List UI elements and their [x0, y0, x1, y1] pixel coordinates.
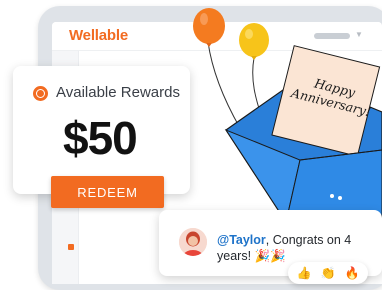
mention-link[interactable]: @Taylor	[217, 233, 266, 247]
avatar[interactable]	[179, 228, 207, 256]
rewards-amount: $50	[63, 112, 138, 164]
message-text: @Taylor, Congrats on 4 years! 🎉🎉	[217, 232, 379, 264]
redeem-button[interactable]: REDEEM	[51, 176, 164, 208]
person-avatar-icon	[179, 228, 207, 256]
reaction-bar: 👍 👏 🔥	[288, 262, 368, 284]
fire-icon[interactable]: 🔥	[344, 265, 360, 281]
rewards-title: Available Rewards	[56, 84, 180, 101]
available-rewards-card: Available Rewards $50	[13, 66, 190, 194]
orange-balloon-icon	[193, 8, 225, 47]
thumbs-up-icon[interactable]: 👍	[296, 265, 312, 281]
balloon-string	[207, 41, 241, 129]
yellow-balloon-icon	[239, 23, 269, 60]
clapping-hands-icon[interactable]: 👏	[320, 265, 336, 281]
coin-icon	[33, 86, 48, 101]
